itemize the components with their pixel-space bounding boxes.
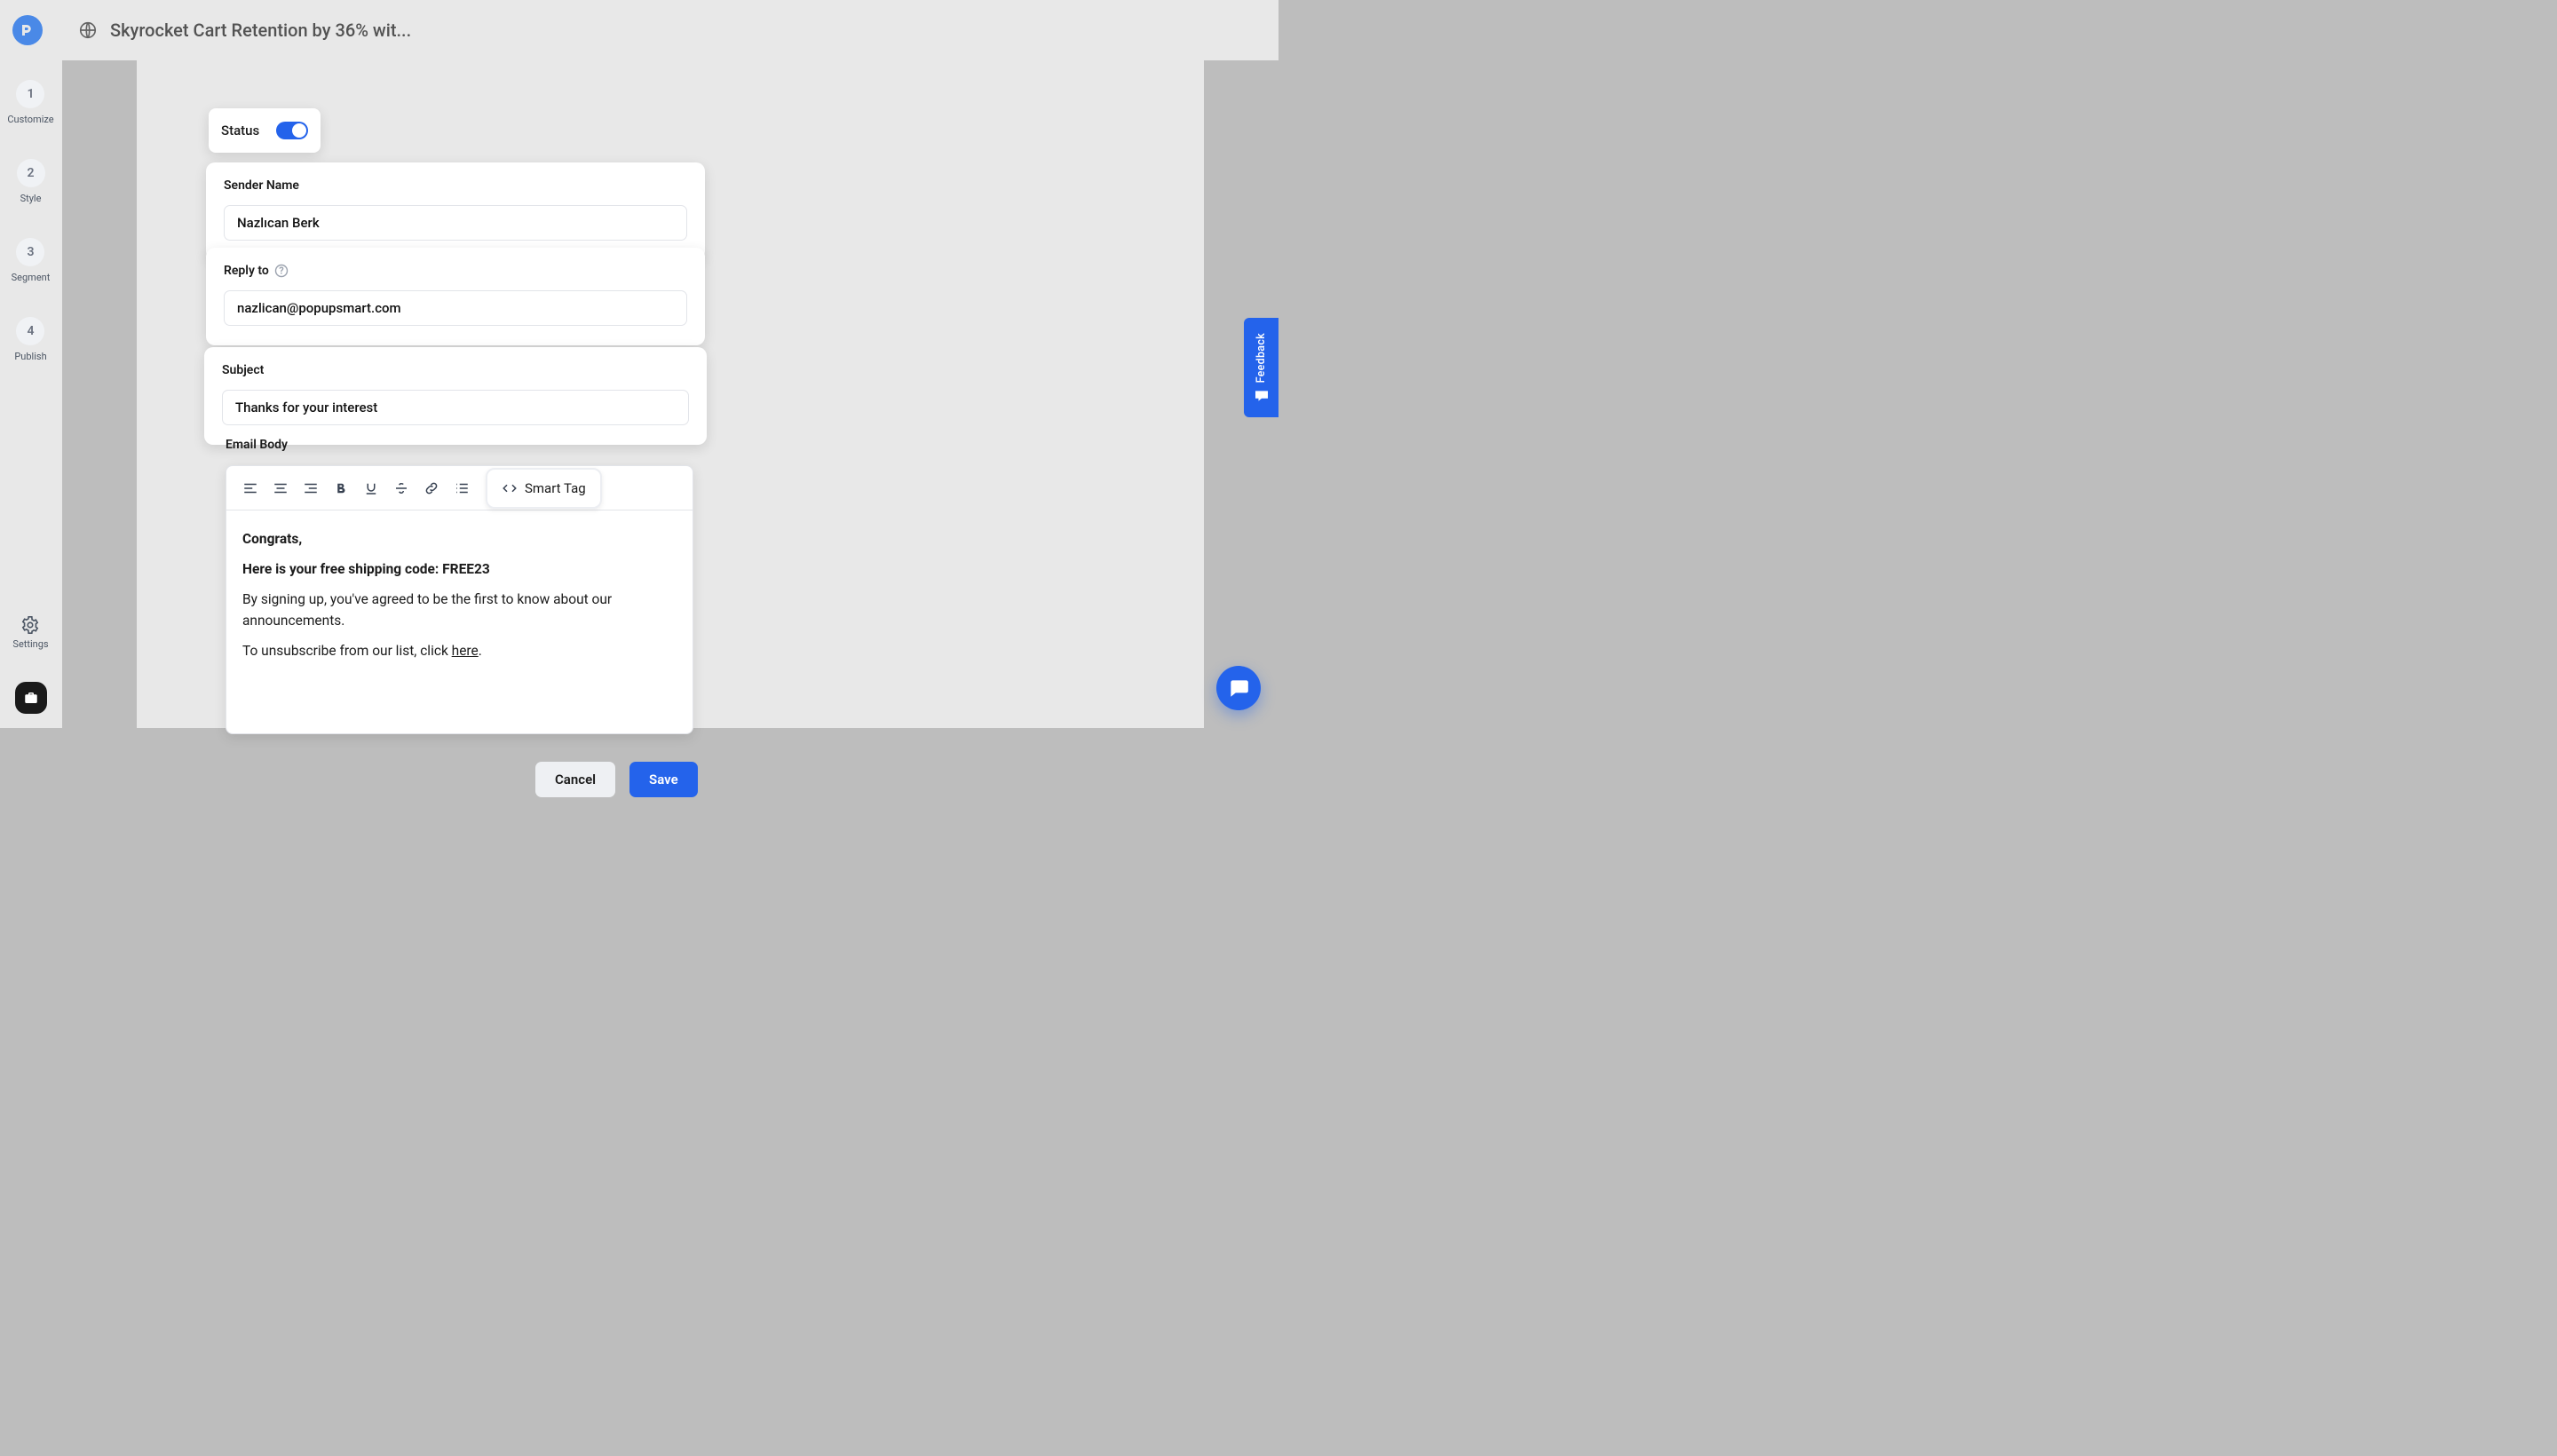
email-body-editor: Smart Tag Congrats, Here is your free sh… bbox=[226, 465, 693, 734]
body-line-4: To unsubscribe from our list, click here… bbox=[242, 640, 677, 661]
body-line-4-post: . bbox=[479, 643, 482, 659]
feedback-label: Feedback bbox=[1255, 333, 1268, 383]
step-label: Style bbox=[20, 193, 42, 204]
code-icon bbox=[502, 480, 518, 496]
help-icon[interactable]: ? bbox=[274, 264, 289, 278]
chat-fab[interactable] bbox=[1216, 666, 1261, 710]
chat-icon bbox=[1227, 677, 1250, 700]
email-body-label: Email Body bbox=[226, 438, 288, 452]
align-center-button[interactable] bbox=[267, 475, 294, 502]
editor-toolbar: Smart Tag bbox=[226, 466, 693, 510]
step-label: Segment bbox=[12, 272, 51, 283]
reply-to-label: Reply to ? bbox=[224, 264, 687, 278]
body-line-4-pre: To unsubscribe from our list, click bbox=[242, 643, 452, 659]
underline-icon bbox=[363, 480, 379, 496]
sender-name-card: Sender Name bbox=[206, 162, 705, 260]
smart-tag-label: Smart Tag bbox=[525, 480, 586, 496]
bold-button[interactable] bbox=[328, 475, 354, 502]
link-button[interactable] bbox=[418, 475, 445, 502]
button-row: Cancel Save bbox=[535, 762, 698, 797]
sender-name-input[interactable] bbox=[224, 205, 687, 241]
step-segment[interactable]: 3 Segment bbox=[12, 238, 51, 283]
status-card: Status bbox=[209, 108, 321, 153]
align-right-button[interactable] bbox=[297, 475, 324, 502]
subject-input[interactable] bbox=[222, 390, 689, 425]
align-left-button[interactable] bbox=[237, 475, 264, 502]
settings-button[interactable]: Settings bbox=[12, 615, 48, 650]
globe-icon[interactable] bbox=[78, 20, 98, 40]
workspace: Status Sender Name Reply to ? Subject Em… bbox=[62, 60, 1278, 728]
step-customize[interactable]: 1 Customize bbox=[7, 80, 53, 125]
step-number: 2 bbox=[17, 159, 45, 187]
svg-text:?: ? bbox=[279, 265, 284, 277]
settings-label: Settings bbox=[12, 638, 48, 650]
step-style[interactable]: 2 Style bbox=[17, 159, 45, 204]
reply-to-label-text: Reply to bbox=[224, 264, 269, 278]
underline-button[interactable] bbox=[358, 475, 384, 502]
reply-to-input[interactable] bbox=[224, 290, 687, 326]
align-right-icon bbox=[303, 480, 319, 496]
status-toggle[interactable] bbox=[276, 122, 308, 139]
body-line-3: By signing up, you've agreed to be the f… bbox=[242, 589, 677, 631]
page-title: Skyrocket Cart Retention by 36% wit... bbox=[110, 20, 411, 41]
sidebar: 1 Customize 2 Style 3 Segment 4 Publish … bbox=[0, 60, 62, 728]
unsubscribe-link[interactable]: here bbox=[452, 643, 479, 659]
gear-icon bbox=[20, 615, 40, 635]
align-center-icon bbox=[273, 480, 289, 496]
sender-name-label: Sender Name bbox=[224, 178, 687, 193]
list-icon bbox=[454, 480, 470, 496]
feedback-icon bbox=[1254, 390, 1270, 402]
bold-icon bbox=[333, 480, 349, 496]
subject-label: Subject bbox=[222, 363, 689, 377]
subject-card: Subject bbox=[204, 347, 707, 445]
step-publish[interactable]: 4 Publish bbox=[14, 317, 46, 362]
body-line-1: Congrats, bbox=[242, 528, 677, 550]
strikethrough-button[interactable] bbox=[388, 475, 415, 502]
step-number: 3 bbox=[16, 238, 44, 266]
step-label: Publish bbox=[14, 351, 46, 362]
briefcase-button[interactable] bbox=[15, 682, 47, 714]
topbar: Skyrocket Cart Retention by 36% wit... bbox=[0, 0, 1278, 60]
reply-to-card: Reply to ? bbox=[206, 248, 705, 345]
brand-logo-icon bbox=[20, 22, 36, 38]
status-label: Status bbox=[221, 123, 259, 138]
save-button[interactable]: Save bbox=[629, 762, 698, 797]
strikethrough-icon bbox=[393, 480, 409, 496]
body-line-2: Here is your free shipping code: FREE23 bbox=[242, 558, 677, 580]
briefcase-icon bbox=[23, 690, 39, 706]
list-button[interactable] bbox=[448, 475, 475, 502]
step-number: 1 bbox=[16, 80, 44, 108]
feedback-tab[interactable]: Feedback bbox=[1244, 318, 1278, 417]
step-label: Customize bbox=[7, 114, 53, 125]
editor-content[interactable]: Congrats, Here is your free shipping cod… bbox=[226, 510, 693, 688]
cancel-button[interactable]: Cancel bbox=[535, 762, 615, 797]
brand-logo[interactable] bbox=[12, 15, 43, 45]
align-left-icon bbox=[242, 480, 258, 496]
step-number: 4 bbox=[16, 317, 44, 345]
link-icon bbox=[424, 480, 439, 496]
smart-tag-button[interactable]: Smart Tag bbox=[486, 468, 602, 509]
